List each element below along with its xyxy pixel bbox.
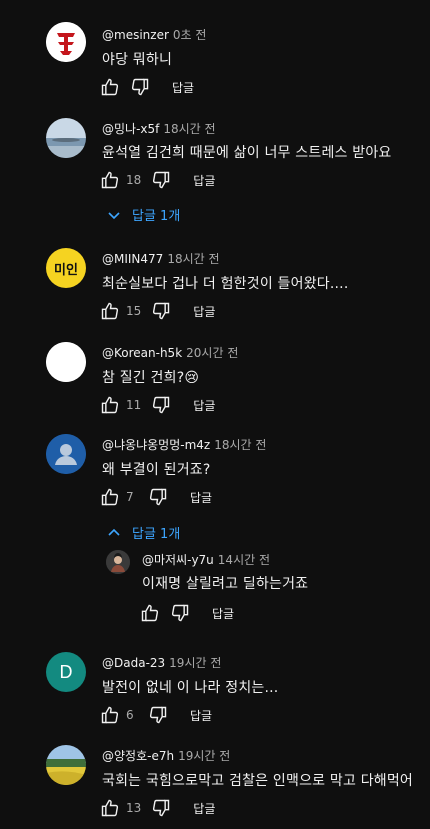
chevron-down-icon <box>106 207 122 223</box>
like-icon[interactable] <box>100 170 120 190</box>
replies-toggle-label: 답글 1개 <box>132 209 181 224</box>
avatar[interactable] <box>46 434 86 474</box>
avatar[interactable] <box>46 342 86 382</box>
comment-author[interactable]: @mesinzer <box>102 28 169 42</box>
reply-button[interactable]: 답글 <box>172 79 194 96</box>
reply-button[interactable]: 답글 <box>193 800 215 817</box>
like-icon[interactable] <box>100 301 120 321</box>
dislike-icon[interactable] <box>148 487 168 507</box>
comment-time[interactable]: 19시간 전 <box>169 656 221 670</box>
comment-author[interactable]: @밍나-x5f <box>102 122 159 136</box>
comment-author[interactable]: @마저씨-y7u <box>142 553 214 567</box>
comment-text: 국회는 국힘으로막고 검찰은 인맥으로 막고 다해먹어 <box>102 773 414 789</box>
photo-avatar-icon <box>106 550 130 574</box>
like-count: 15 <box>126 304 142 318</box>
dislike-icon[interactable] <box>151 395 171 415</box>
comment-author[interactable]: @양정호-e7h <box>102 749 174 763</box>
comment-author[interactable]: @Dada-23 <box>102 656 165 670</box>
reply-button[interactable]: 답글 <box>193 303 215 320</box>
comment-text: 이재명 살릴려고 딜하는거죠 <box>142 576 309 592</box>
comment-actions: 6 답글 <box>100 703 212 727</box>
comment-text: 윤석열 김건희 때문에 삶이 너무 스트레스 받아요 <box>102 145 392 161</box>
comment-author[interactable]: @MIIN477 <box>102 252 163 266</box>
landscape-photo-avatar-icon <box>46 118 86 158</box>
white-circle-avatar-icon <box>46 342 86 382</box>
comment-text: 발전이 없네 이 나라 정치는... <box>102 680 279 696</box>
dislike-icon[interactable] <box>130 77 150 97</box>
comment-actions: 답글 <box>140 601 234 625</box>
dislike-icon[interactable] <box>148 705 168 725</box>
field-photo-avatar-icon <box>46 745 86 785</box>
avatar[interactable] <box>106 550 130 574</box>
replies-toggle-button[interactable]: 답글 1개 <box>106 523 180 542</box>
like-count: 11 <box>126 398 142 412</box>
comment-actions: 답글 <box>100 75 194 99</box>
avatar[interactable]: 미인 <box>46 248 86 288</box>
dislike-icon[interactable] <box>151 170 171 190</box>
like-count: 13 <box>126 801 142 815</box>
comment-time[interactable]: 18시간 전 <box>214 438 266 452</box>
like-icon[interactable] <box>100 487 120 507</box>
comment-time[interactable]: 0초 전 <box>173 28 207 42</box>
like-count: 7 <box>126 490 134 504</box>
avatar[interactable] <box>46 22 86 62</box>
reply-button[interactable]: 답글 <box>193 172 215 189</box>
replies-toggle-label: 답글 1개 <box>132 527 181 542</box>
letter-avatar-icon: D <box>59 661 73 682</box>
comment-time[interactable]: 18시간 전 <box>167 252 219 266</box>
comment-time[interactable]: 19시간 전 <box>178 749 230 763</box>
like-icon[interactable] <box>100 705 120 725</box>
default-person-avatar-icon <box>46 434 86 474</box>
replies-toggle-button[interactable]: 답글 1개 <box>106 205 180 224</box>
reply-button[interactable]: 답글 <box>190 707 212 724</box>
red-emblem-avatar-icon <box>46 22 86 62</box>
dislike-icon[interactable] <box>170 603 190 623</box>
comment-author[interactable]: @Korean-h5k <box>102 346 182 360</box>
dislike-icon[interactable] <box>151 798 171 818</box>
comment-actions: 18 답글 <box>100 168 215 192</box>
chevron-up-icon <box>106 525 122 541</box>
comment-author[interactable]: @냐옹냐옹멍멍-m4z <box>102 438 210 452</box>
comment-actions: 11 답글 <box>100 393 215 417</box>
comment-text: 참 질긴 건희?😢 <box>102 370 200 386</box>
like-count: 6 <box>126 708 134 722</box>
like-icon[interactable] <box>100 798 120 818</box>
avatar[interactable] <box>46 745 86 785</box>
dislike-icon[interactable] <box>151 301 171 321</box>
comment-actions: 15 답글 <box>100 299 215 323</box>
like-icon[interactable] <box>100 77 120 97</box>
reply-button[interactable]: 답글 <box>212 605 234 622</box>
avatar[interactable] <box>46 118 86 158</box>
comment-text: 최순실보다 겁나 더 험한것이 들어왔다.... <box>102 276 349 292</box>
reply-button[interactable]: 답글 <box>193 397 215 414</box>
comment-text: 야당 뭐하니 <box>102 52 173 68</box>
like-icon[interactable] <box>100 395 120 415</box>
yellow-text-avatar-icon: 미인 <box>54 262 78 278</box>
comment-time[interactable]: 14시간 전 <box>218 553 270 567</box>
comment-actions: 13 답글 <box>100 796 215 820</box>
comment-actions: 7 답글 <box>100 485 212 509</box>
reply-button[interactable]: 답글 <box>190 489 212 506</box>
comment-time[interactable]: 18시간 전 <box>163 122 215 136</box>
like-count: 18 <box>126 173 142 187</box>
like-icon[interactable] <box>140 603 160 623</box>
comment-time[interactable]: 20시간 전 <box>186 346 238 360</box>
avatar[interactable]: D <box>46 652 86 692</box>
comment-text: 왜 부결이 된거죠? <box>102 462 211 478</box>
